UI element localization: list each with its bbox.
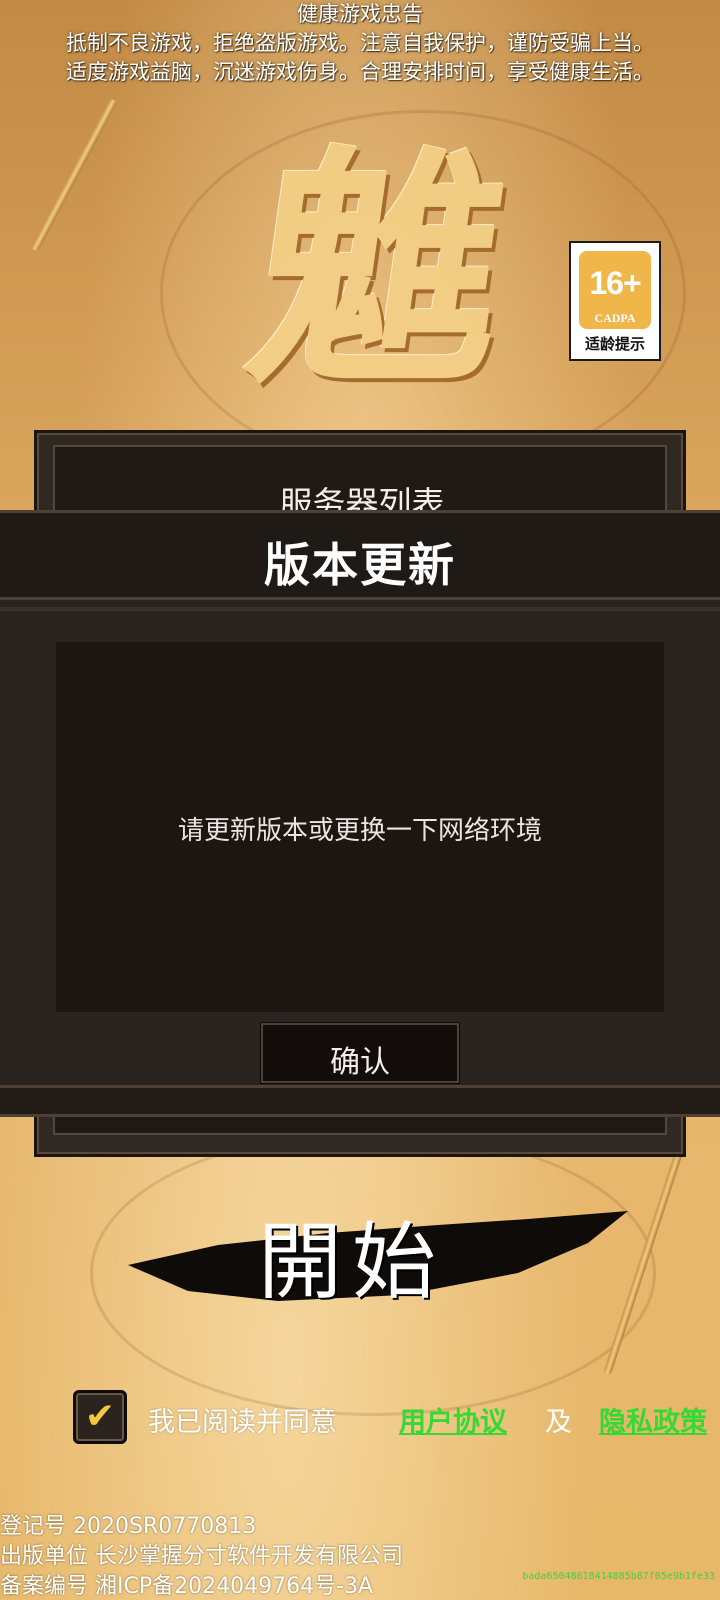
legal-footer: 登记号 2020SR0770813 出版单位 长沙掌握分寸软件开发有限公司 备案…: [0, 1512, 720, 1600]
confirm-button[interactable]: 确认: [261, 1023, 459, 1083]
agreement-checkbox[interactable]: ✔: [73, 1390, 127, 1444]
registration-number: 登记号 2020SR0770813: [0, 1514, 257, 1539]
dialog-title: 版本更新: [264, 538, 456, 592]
health-notice-line: 抵制不良游戏，拒绝盗版游戏。注意自我保护，谨防受骗上当。: [66, 31, 654, 55]
confirm-button-label: 确认: [330, 1045, 390, 1080]
age-rating-icon: 16+ CADPA: [579, 251, 651, 329]
staff-decoration: [30, 98, 118, 252]
health-notice: 健康游戏忠告 抵制不良游戏，拒绝盗版游戏。注意自我保护，谨防受骗上当。 适度游戏…: [0, 0, 720, 87]
version-update-dialog: 版本更新 请更新版本或更换一下网络环境 确认: [0, 510, 720, 1117]
age-rating-org: CADPA: [594, 311, 636, 325]
checkmark-icon: ✔: [84, 1396, 116, 1437]
dialog-footer-border: [0, 1085, 720, 1117]
agreement-text: 我已阅读并同意: [148, 1407, 337, 1438]
age-rating-number: 16+: [589, 265, 641, 301]
dialog-message: 请更新版本或更换一下网络环境: [177, 816, 542, 846]
privacy-policy-link[interactable]: 隐私政策: [599, 1400, 707, 1439]
age-rating-badge[interactable]: 16+ CADPA 适龄提示: [569, 241, 661, 361]
agreement-and-text: 及: [545, 1407, 572, 1438]
health-notice-line: 适度游戏益脑，沉迷游戏伤身。合理安排时间，享受健康生活。: [66, 60, 654, 84]
start-game-label: 開始: [258, 1213, 447, 1311]
health-notice-title: 健康游戏忠告: [297, 2, 423, 26]
publisher-info: 出版单位 长沙掌握分寸软件开发有限公司: [0, 1544, 403, 1569]
dialog-divider: [0, 607, 720, 611]
dialog-message-box: 请更新版本或更换一下网络环境: [56, 642, 664, 1012]
dialog-header: 版本更新: [0, 510, 720, 600]
age-rating-caption: 适龄提示: [584, 335, 645, 353]
agreement-row: ✔ 我已阅读并同意 用户协议 及 隐私政策: [0, 1388, 720, 1444]
game-logo: 魋: [234, 123, 526, 417]
start-game-button[interactable]: 開始: [128, 1185, 628, 1315]
user-agreement-link[interactable]: 用户协议: [399, 1400, 507, 1439]
build-id: bada65048618414885b87f05e9b1fe33: [522, 1571, 715, 1582]
